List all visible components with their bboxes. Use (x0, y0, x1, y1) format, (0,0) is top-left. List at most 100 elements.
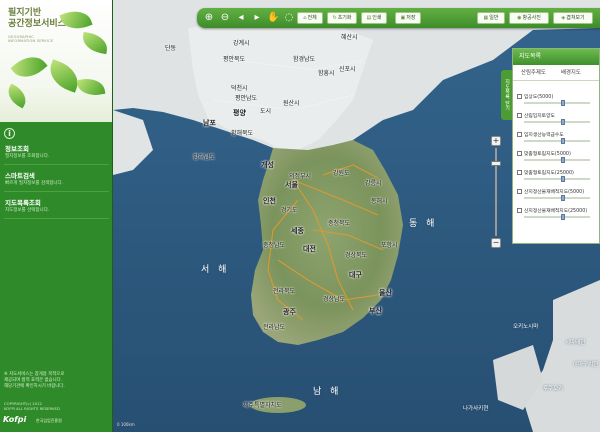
refresh-icon: ↻ (332, 15, 337, 21)
map-label: 경상북도 (345, 252, 368, 259)
layer-checkbox[interactable] (517, 94, 522, 99)
map-label: 대구 (349, 271, 362, 279)
map-label: 도시 (260, 108, 272, 115)
menu-title: 정보조회 (5, 145, 29, 153)
opacity-slider[interactable] (524, 214, 590, 220)
basemap-normal-button[interactable]: ▦일반 (477, 12, 505, 24)
basemap-aerial-button[interactable]: ◉항공사진 (509, 12, 549, 24)
pan-icon[interactable]: ✋ (267, 12, 279, 24)
menu-item-map-list[interactable]: 지도목록조회 지도정보를 선택합니다. (0, 199, 112, 219)
layer-checkbox[interactable] (517, 113, 522, 118)
brand-logo: Kofpi (3, 415, 27, 424)
tab-background[interactable]: 배경지도 (561, 68, 581, 76)
map-label: 오키노시마 (513, 324, 539, 330)
next-icon[interactable]: ▸ (251, 12, 263, 24)
map-label: 경상남도 (323, 296, 346, 303)
layer-panel-toggle[interactable]: 지도목록 닫기 (501, 70, 512, 120)
opacity-slider[interactable] (524, 176, 590, 182)
opacity-slider[interactable] (524, 119, 590, 125)
leaf-decoration-icon (10, 48, 48, 86)
layer-checkbox[interactable] (517, 208, 522, 213)
layer-item: 산림입지토양도 (517, 112, 599, 128)
menu-item-info[interactable]: 정보조회 필지정보를 조회합니다. (0, 145, 112, 165)
basemap-overlay-button[interactable]: ◈겹쳐보기 (553, 12, 593, 24)
overlay-label: 겹쳐보기 (566, 15, 585, 21)
zoom-minus-button[interactable]: − (491, 238, 501, 248)
map-label: 후쿠오카 (543, 386, 564, 392)
layer-panel-title: 지도목록 (513, 49, 599, 65)
service-title: 필지기반 공간정보서비스 (8, 8, 66, 29)
home-icon: ⌂ (303, 15, 307, 21)
opacity-knob[interactable] (561, 138, 566, 144)
menu-desc: 필지정보를 조회합니다. (5, 154, 50, 159)
opacity-knob[interactable] (561, 119, 566, 125)
opacity-slider[interactable] (524, 138, 590, 144)
map-label: 강릉시 (365, 180, 382, 187)
opacity-knob[interactable] (561, 214, 566, 220)
opacity-slider[interactable] (524, 157, 590, 163)
save-label: 저장 (406, 15, 416, 21)
map-label: 강원도 (333, 170, 350, 177)
opacity-knob[interactable] (561, 100, 566, 106)
tab-forest-theme[interactable]: 산림주제도 (521, 68, 546, 76)
map-label: 함경남도 (293, 56, 316, 63)
map-label: 충청북도 (328, 220, 351, 227)
map-label: 야마구치현 (573, 362, 599, 368)
home-button[interactable]: ⌂전체 (297, 12, 323, 24)
save-button[interactable]: ▣저장 (395, 12, 421, 24)
print-button[interactable]: ▤인쇄 (361, 12, 387, 24)
menu-title: 지도목록조회 (5, 199, 41, 207)
zoom-slider-knob[interactable] (491, 160, 501, 166)
map-icon: ▦ (483, 15, 489, 21)
map-label: 서울 (285, 181, 298, 189)
layer-checkbox[interactable] (517, 132, 522, 137)
map-label: 충청남도 (263, 242, 286, 249)
map-label: 포항시 (381, 242, 398, 249)
layer-label: 임지생산능력급수도 (524, 133, 564, 138)
layer-label: 맞춤형토림지도(5000) (524, 152, 571, 157)
divider-icon: ◌ (284, 12, 294, 23)
map-label: 평안북도 (223, 56, 246, 63)
map-label: 시마네현 (565, 340, 586, 346)
normal-label: 일반 (489, 15, 499, 21)
copyright-text: COPYRIGHT(c) 2012 KOFPI ALL RIGHTS RESER… (4, 401, 60, 411)
prev-icon[interactable]: ◂ (235, 12, 247, 24)
opacity-slider[interactable] (524, 100, 590, 106)
zoom-in-icon[interactable]: ⊕ (203, 12, 215, 24)
service-subtitle: GEOGRAPHIC INFORMATION SERVICE (8, 35, 54, 44)
reset-button[interactable]: ↻초기화 (327, 12, 357, 24)
opacity-knob[interactable] (561, 176, 566, 182)
sea-label-east: 동 해 (409, 219, 438, 229)
zoom-out-icon[interactable]: ⊖ (219, 12, 231, 24)
map-label: 개성 (261, 161, 274, 169)
map-label: 남포 (203, 119, 216, 127)
map-label: 대전 (303, 245, 316, 253)
layer-item: 맞춤형토림지도(25000) (517, 169, 599, 185)
map-label: 황해북도 (231, 130, 254, 137)
layer-label: 산림입지토양도 (524, 114, 555, 119)
opacity-knob[interactable] (561, 157, 566, 163)
map-label: 황해남도 (193, 154, 216, 161)
map-label: 경기도 (281, 207, 298, 214)
reset-label: 초기화 (337, 15, 352, 21)
layer-label: 산지정산물재배적지도(5000) (524, 190, 585, 195)
map-label: 평양 (233, 109, 246, 117)
layer-item: 임상도(5000) (517, 93, 599, 109)
layer-checkbox[interactable] (517, 170, 522, 175)
opacity-slider[interactable] (524, 195, 590, 201)
opacity-knob[interactable] (561, 195, 566, 201)
layer-checkbox[interactable] (517, 151, 522, 156)
layer-item: 맞춤형토림지도(5000) (517, 150, 599, 166)
layer-checkbox[interactable] (517, 189, 522, 194)
map-label: 혜산시 (341, 34, 358, 41)
layer-item: 산지정산물재배적지도(25000) (517, 207, 599, 223)
photo-icon: ◉ (517, 15, 522, 21)
menu-desc: 지도정보를 선택합니다. (5, 208, 50, 213)
map-label: 나가사키현 (463, 406, 489, 412)
menu-item-smart-search[interactable]: 스마트검색 빠르게 필지정보를 검색합니다. (0, 172, 112, 192)
zoom-plus-button[interactable]: + (491, 136, 501, 146)
home-label: 전체 (307, 15, 317, 21)
sea-label-south: 남 해 (313, 387, 342, 397)
layer-label: 맞춤형토림지도(25000) (524, 171, 574, 176)
leaf-decoration-icon (76, 75, 106, 99)
